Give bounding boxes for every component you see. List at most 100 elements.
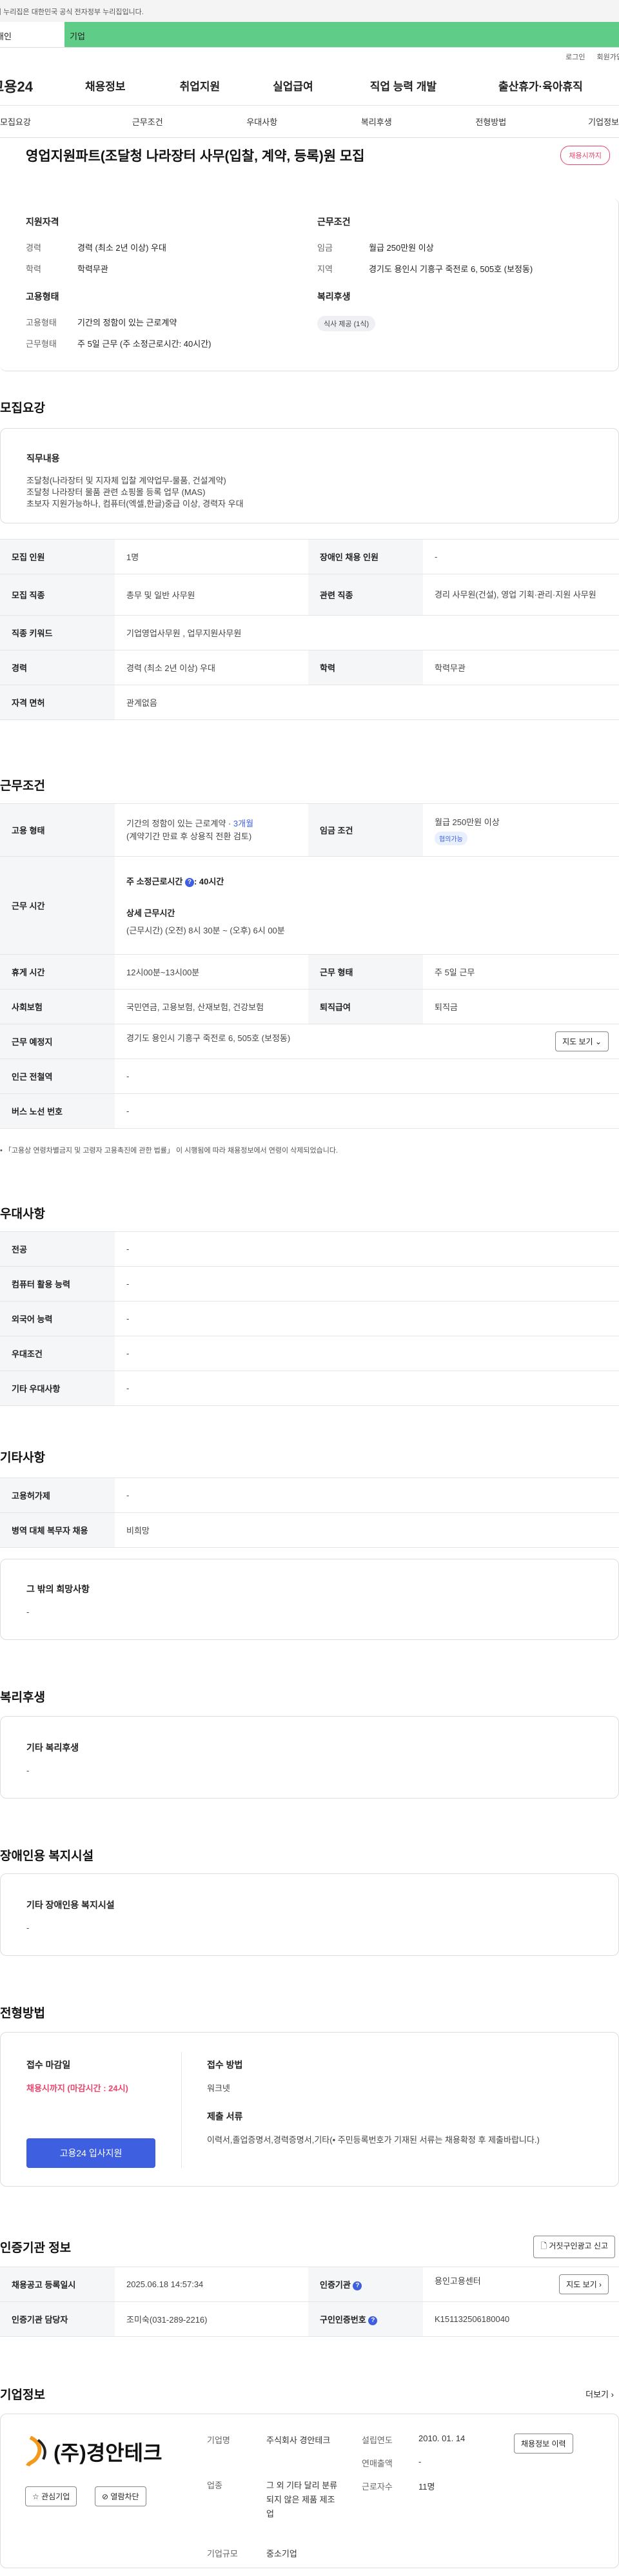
cell-header: 외국어 능력 <box>0 1301 115 1336</box>
info-icon[interactable]: ? <box>184 877 194 887</box>
duty-line: 조달청(나라장터 및 지자체 입찰 계약업무-물품, 건설계약) <box>26 476 226 485</box>
cell-header: 우대조건 <box>0 1336 115 1371</box>
nav-parental-leave[interactable]: 출산휴가·육아휴직 <box>498 77 583 93</box>
site-logo[interactable]: 고용24 <box>0 75 67 96</box>
cell-value: 경기도 용인시 기흥구 죽전로 6, 505호 (보정동) 지도 보기 ⌄ <box>115 1024 619 1059</box>
cell-header: 관련 직종 <box>308 574 423 616</box>
block-icon: ⊘ <box>102 2492 109 2501</box>
tab-welfare[interactable]: 복리후생 <box>319 115 434 128</box>
pref-section-title: 우대사항 <box>0 1207 45 1221</box>
value: 경력 (최소 2년 이상) 우대 <box>77 243 166 253</box>
duty-line: 조달청 나라장터 물품 관련 쇼핑몰 등록 업무 (MAS) <box>26 487 206 497</box>
chevron-down-icon: ⌄ <box>594 1037 602 1046</box>
job-title: 영업지원파트(조달청 나라장터 사무(입찰, 계약, 등록)원 모집 <box>26 149 365 164</box>
summary-welfare: 복리후생 식사 제공 (1식) <box>317 290 601 331</box>
cell-value: - <box>115 1478 619 1513</box>
tab-preference[interactable]: 우대사항 <box>205 115 320 128</box>
nav-training[interactable]: 직업 능력 개발 <box>370 77 437 93</box>
cell-value: 총무 및 일반 사무원 <box>115 574 308 616</box>
map-button[interactable]: 지도 보기 ⌄ <box>555 1031 609 1051</box>
duty-lines: 조달청(나라장터 및 지자체 입찰 계약업무-물품, 건설계약) 조달청 나라장… <box>26 475 244 510</box>
duty-label: 직무내용 <box>26 453 60 463</box>
table-row: 인증기관 담당자 조미숙(031-289-2216) 구인인증번호 ? K151… <box>0 2301 619 2337</box>
cell-value: 기간의 정함이 있는 근로계약 · 3개월 (계약기간 만료 후 상용직 전환 … <box>115 803 308 857</box>
nav-employment-support[interactable]: 취업지원 <box>180 77 221 93</box>
welfare-value: - <box>26 1766 30 1775</box>
cell-header: 인근 전철역 <box>0 1059 115 1094</box>
table-row: 컴퓨터 활용 능력 - <box>0 1266 619 1302</box>
nav-unemployment-benefit[interactable]: 실업급여 <box>273 77 313 93</box>
cell-header: 인증기관 담당자 <box>0 2301 115 2337</box>
method-value: 워크넷 <box>207 2083 230 2093</box>
cell-value: 관계없음 <box>115 685 619 720</box>
login-link[interactable]: 로그인 <box>565 52 585 62</box>
user-type-tabs: 개인 기업 <box>0 22 619 48</box>
pref-table: 전공 - 컴퓨터 활용 능력 - 외국어 능력 - 우대조건 - 기타 우대사항 - <box>0 1231 619 1406</box>
cell-header: 채용공고 등록일시 <box>0 2267 115 2302</box>
value: 학력무관 <box>77 264 108 274</box>
table-row: 직종 키워드 기업영업사무원 , 업무지원사무원 <box>0 615 619 650</box>
label: 학력 <box>26 264 41 274</box>
cell-header: 전공 <box>0 1231 115 1267</box>
tab-individual[interactable]: 개인 <box>0 22 64 47</box>
history-button[interactable]: 채용정보 이력 <box>514 2434 573 2454</box>
cell-header: 휴게 시간 <box>0 954 115 990</box>
gov-notice-bar: 이 누리집은 대한민국 공식 전자정부 누리집입니다. <box>0 0 619 22</box>
block-button[interactable]: ⊘ 열람차단 <box>95 2486 146 2506</box>
age-note: • 「고용상 연령차별금지 및 고령자 고용촉진에 관한 법률」 이 시행됨에 … <box>0 1147 339 1155</box>
main-nav: 고용24 채용정보 취업지원 실업급여 직업 능력 개발 출산휴가·육아휴직 <box>0 66 619 106</box>
cert-section-title: 인증기관 정보 <box>0 2241 72 2255</box>
cell-header: 모집 직종 <box>0 574 115 616</box>
info-icon[interactable]: ? <box>353 2281 362 2290</box>
table-row: 전공 - <box>0 1231 619 1267</box>
tab-company[interactable]: 기업정보 <box>548 115 619 128</box>
cell-header: 직종 키워드 <box>0 615 115 650</box>
duty-box: 직무내용 조달청(나라장터 및 지자체 입찰 계약업무-물품, 건설계약) 조달… <box>0 428 619 523</box>
cell-header: 고용허가제 <box>0 1478 115 1513</box>
cell-value: 학력무관 <box>423 650 619 685</box>
label: 연매출액 <box>362 2459 393 2468</box>
cell-header: 사회보험 <box>0 989 115 1024</box>
etc-section-title: 기타사항 <box>0 1451 45 1465</box>
tab-recruit[interactable]: 모집요강 <box>0 115 90 128</box>
more-link[interactable]: 더보기 › <box>585 2388 614 2400</box>
cell-header: 경력 <box>0 650 115 685</box>
cert-map-button[interactable]: 지도 보기 › <box>559 2274 609 2294</box>
summary-cond-title: 근무조건 <box>317 217 351 227</box>
conditions-section-title: 근무조건 <box>0 779 45 793</box>
summary-emp-title: 고용형태 <box>26 291 59 302</box>
etc-table: 고용허가제 - 병역 대체 복무자 채용 비희망 <box>0 1478 619 1548</box>
report-button[interactable]: 🗋 거짓구인광고 신고 <box>533 2236 615 2258</box>
value: 주 5일 근무 (주 소정근로시간: 40시간) <box>77 339 211 349</box>
table-row: 병역 대체 복무자 채용 비희망 <box>0 1512 619 1548</box>
tab-selection[interactable]: 전형방법 <box>434 115 549 128</box>
docs-value: 이력서,졸업증명서,경력증명서,기타(• 주민등록번호가 기재된 서류는 채용확… <box>207 2135 540 2145</box>
deadline-badge: 채용시까지 <box>560 146 610 165</box>
apply-button[interactable]: 고용24 입사지원 <box>26 2138 155 2168</box>
company-name: 주식회사 경안테크 <box>266 2435 331 2445</box>
recruit-section-title: 모집요강 <box>0 402 45 415</box>
table-row: 고용허가제 - <box>0 1478 619 1513</box>
info-icon[interactable]: ? <box>368 2316 378 2325</box>
favorite-button[interactable]: ☆ 관심기업 <box>25 2486 77 2506</box>
divider <box>181 2052 182 2168</box>
tab-corporate[interactable]: 기업 <box>64 22 619 47</box>
signup-link[interactable]: 회원가입 <box>597 52 619 62</box>
summary-welfare-title: 복리후생 <box>317 291 351 302</box>
nav-jobs[interactable]: 채용정보 <box>85 77 126 93</box>
cell-value: 기업영업사무원 , 업무지원사무원 <box>115 615 619 650</box>
tab-conditions[interactable]: 근무조건 <box>90 115 205 128</box>
cell-header: 근무 예정지 <box>0 1024 115 1059</box>
cell-header: 병역 대체 복무자 채용 <box>0 1512 115 1548</box>
welfare-label: 기타 복리후생 <box>26 1742 79 1753</box>
recruit-table: 모집 인원 1명 장애인 채용 인원 - 모집 직종 총무 및 일반 사무원 관… <box>0 539 619 720</box>
cell-value: 월급 250만원 이상 협의가능 <box>423 803 619 857</box>
label: 임금 <box>317 243 333 253</box>
conditions-table: 고용 형태 기간의 정함이 있는 근로계약 · 3개월 (계약기간 만료 후 상… <box>0 803 619 1129</box>
cell-header: 근무 시간 <box>0 856 115 955</box>
cell-value: - <box>115 1301 619 1336</box>
cell-value: K151132506180040 <box>423 2301 619 2337</box>
welfare-section-title: 복리후생 <box>0 1691 45 1704</box>
table-row: 사회보험 국민연금, 고용보험, 산재보험, 건강보험 퇴직급여 퇴직금 <box>0 989 619 1024</box>
welfare-pill: 식사 제공 (1식) <box>317 316 376 331</box>
